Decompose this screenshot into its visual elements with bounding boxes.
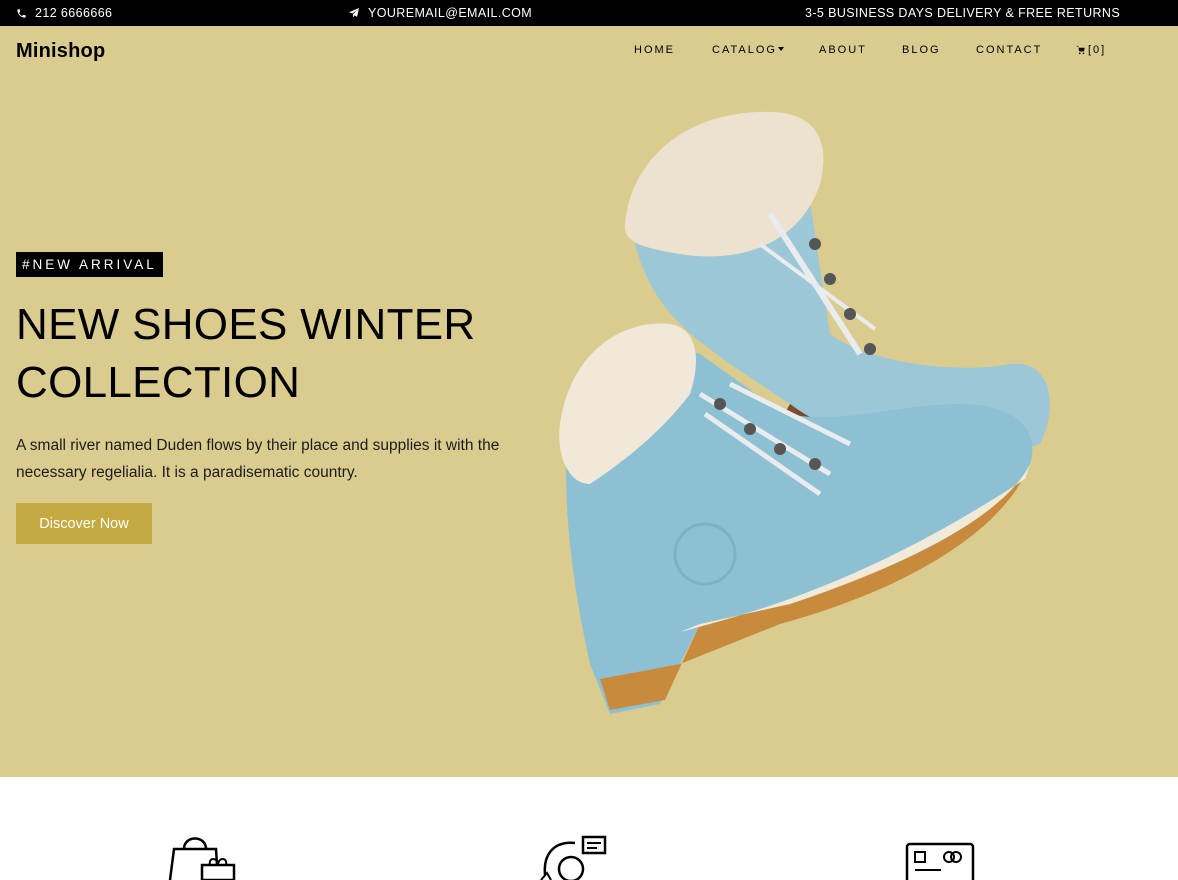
email-address: YOUREMAIL@EMAIL.COM [368, 6, 533, 20]
hero-title-line1: NEW SHOES WINTER [16, 300, 476, 349]
nav-about-label: ABOUT [819, 44, 867, 56]
phone-info[interactable]: 212 6666666 [16, 0, 112, 26]
nav-home-label: HOME [634, 44, 675, 56]
delivery-text: 3-5 BUSINESS DAYS DELIVERY & FREE RETURN… [805, 6, 1121, 20]
delivery-info: 3-5 BUSINESS DAYS DELIVERY & FREE RETURN… [805, 0, 1120, 26]
chevron-down-icon [777, 46, 784, 51]
hero-title: NEW SHOES WINTER COLLECTION [16, 296, 536, 412]
hero-image [559, 111, 1050, 714]
email-info[interactable]: YOUREMAIL@EMAIL.COM [348, 0, 532, 26]
payment-card-icon [905, 842, 975, 880]
cart-icon [1076, 45, 1085, 55]
nav-contact-label: CONTACT [976, 44, 1043, 56]
hero-section: Minishop HOME CATALOG ABOUT BLOG CONTACT… [0, 26, 1178, 777]
nav-about[interactable]: ABOUT [819, 44, 902, 56]
nav-catalog[interactable]: CATALOG [712, 44, 819, 56]
shopping-bag-gift-icon [168, 837, 236, 880]
new-arrival-badge: #NEW ARRIVAL [16, 252, 163, 277]
nav-home[interactable]: HOME [634, 44, 712, 56]
phone-number: 212 6666666 [35, 6, 113, 20]
nav-blog[interactable]: BLOG [902, 44, 976, 56]
hero-title-line2: COLLECTION [16, 358, 301, 407]
phone-icon [17, 8, 26, 18]
nav-cart[interactable]: [0] [1076, 44, 1116, 56]
features-section [0, 777, 1178, 880]
paper-plane-icon [349, 8, 359, 18]
discover-now-button[interactable]: Discover Now [16, 503, 152, 544]
nav-blog-label: BLOG [902, 44, 941, 56]
customer-support-icon [540, 835, 607, 880]
top-info-bar: 212 6666666 YOUREMAIL@EMAIL.COM 3-5 BUSI… [0, 0, 1178, 26]
hero-description: A small river named Duden flows by their… [16, 437, 500, 481]
cart-count: [0] [1088, 44, 1107, 56]
main-nav: HOME CATALOG ABOUT BLOG CONTACT [0] [634, 44, 1116, 56]
brand-logo[interactable]: Minishop [16, 40, 105, 63]
nav-catalog-label: CATALOG [712, 44, 777, 56]
nav-contact[interactable]: CONTACT [976, 44, 1076, 56]
